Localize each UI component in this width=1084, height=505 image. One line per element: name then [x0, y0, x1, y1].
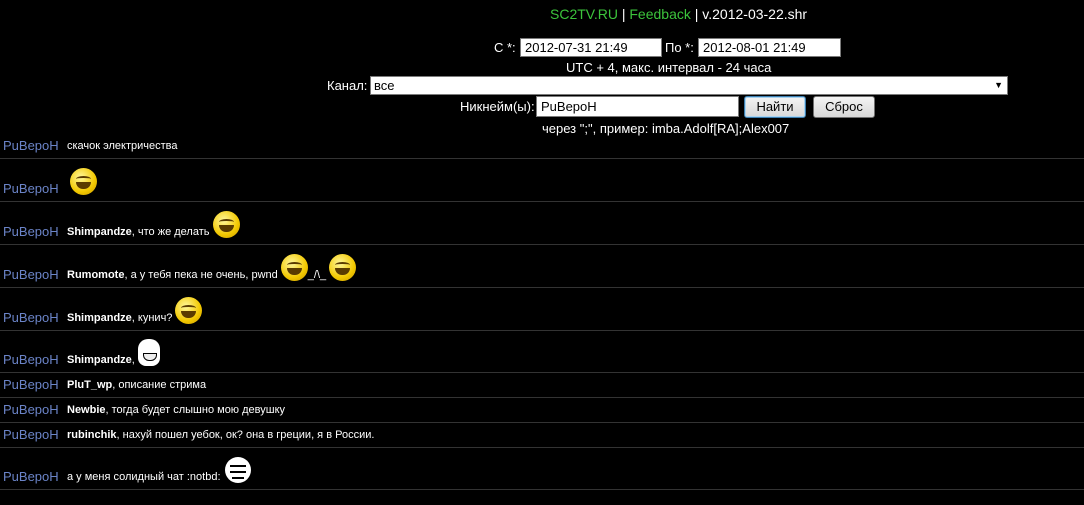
timezone-note: UTC + 4, макс. интервал - 24 часа: [566, 60, 772, 75]
nick-hint: через ";", пример: imba.Adolf[RA];Alex00…: [542, 121, 790, 136]
message-body: rubinchik , нахуй пошел уебок, ок? она в…: [67, 429, 374, 447]
message-row: РuВероН скачок электричества: [0, 136, 1084, 159]
site-link[interactable]: SC2TV.RU: [550, 6, 618, 22]
author-link[interactable]: РuВероН: [3, 310, 67, 330]
author-link[interactable]: РuВероН: [3, 427, 67, 447]
to-label: По *:: [665, 40, 694, 55]
chevron-down-icon: ▼: [994, 80, 1003, 90]
channel-value: все: [374, 78, 395, 93]
author-link[interactable]: РuВероН: [3, 402, 67, 422]
message-row: РuВероН Shimpandze , что же делать: [0, 202, 1084, 245]
recipient-name: PluT_wp: [67, 379, 113, 391]
recipient-name: Newbie: [67, 404, 106, 416]
smile-emote-icon: [175, 297, 203, 324]
feedback-link[interactable]: Feedback: [629, 6, 690, 22]
filter-panel: SC2TV.RU | Feedback | v.2012-03-22.shr С…: [0, 0, 1084, 140]
message-text: , тогда будет слышно мою девушку: [105, 404, 286, 416]
message-body: а у меня солидный чат :notbd:: [67, 457, 251, 489]
smile-emote-icon: [70, 168, 97, 195]
message-row: РuВероН PluT_wp , описание стрима: [0, 373, 1084, 398]
message-text: , описание стрима: [112, 379, 207, 391]
channel-select[interactable]: все ▼: [370, 76, 1008, 95]
nick-input[interactable]: РuВероН: [536, 96, 739, 117]
message-body: Shimpandze ,: [67, 339, 160, 372]
nick-label: Никнейм(ы):: [460, 99, 535, 114]
version-text: v.2012-03-22.shr: [702, 6, 808, 22]
author-link[interactable]: РuВероН: [3, 469, 67, 489]
message-text: а у меня солидный чат :notbd:: [67, 471, 221, 483]
separator: |: [694, 6, 699, 22]
from-label: С *:: [494, 40, 516, 55]
author-link[interactable]: РuВероН: [3, 181, 67, 201]
message-text: , нахуй пошел уебок, ок? она в греции, я…: [116, 429, 375, 441]
separator: |: [621, 6, 626, 22]
message-body: Shimpandze , кунич?: [67, 297, 203, 330]
reset-button[interactable]: Сброс: [813, 96, 875, 118]
message-body: Rumomote , а у тебя пека не очень, pwnd …: [67, 254, 357, 287]
message-text: ,: [131, 354, 135, 366]
recipient-name: Shimpandze: [67, 354, 132, 366]
author-link[interactable]: РuВероН: [3, 352, 67, 372]
smile-emote-icon: [280, 254, 308, 281]
author-link[interactable]: РuВероН: [3, 224, 67, 244]
channel-label: Канал:: [327, 78, 368, 93]
message-text: , что же делать: [131, 226, 210, 238]
rage-face-emote-icon: [137, 339, 160, 366]
recipient-name: Rumomote: [67, 269, 125, 281]
message-text: , кунич?: [131, 312, 173, 324]
message-row: РuВероН Shimpandze ,: [0, 331, 1084, 373]
from-date-input[interactable]: 2012-07-31 21:49: [520, 38, 662, 57]
message-row: РuВероН Rumomote , а у тебя пека не очен…: [0, 245, 1084, 288]
message-body: [67, 168, 97, 201]
notbd-emote-icon: [224, 457, 251, 483]
message-row: РuВероН Newbie , тогда будет слышно мою …: [0, 398, 1084, 423]
message-row: РuВероН rubinchik , нахуй пошел уебок, о…: [0, 423, 1084, 448]
header-line: SC2TV.RU | Feedback | v.2012-03-22.shr: [550, 6, 807, 22]
message-text: , а у тебя пека не очень, pwnd: [124, 269, 278, 281]
message-list: РuВероН скачок электричества РuВероН РuВ…: [0, 136, 1084, 490]
emote-text: _/\_: [307, 269, 327, 281]
message-row: РuВероН: [0, 159, 1084, 202]
recipient-name: Shimpandze: [67, 312, 132, 324]
message-body: Shimpandze , что же делать: [67, 211, 240, 244]
message-text: скачок электричества: [67, 140, 178, 152]
author-link[interactable]: РuВероН: [3, 138, 67, 158]
recipient-name: Shimpandze: [67, 226, 132, 238]
recipient-name: rubinchik: [67, 429, 117, 441]
message-body: PluT_wp , описание стрима: [67, 379, 206, 397]
to-date-input[interactable]: 2012-08-01 21:49: [698, 38, 841, 57]
message-row: РuВероН а у меня солидный чат :notbd:: [0, 448, 1084, 490]
author-link[interactable]: РuВероН: [3, 377, 67, 397]
author-link[interactable]: РuВероН: [3, 267, 67, 287]
smile-emote-icon: [212, 211, 240, 238]
message-row: РuВероН Shimpandze , кунич?: [0, 288, 1084, 331]
message-body: Newbie , тогда будет слышно мою девушку: [67, 404, 285, 422]
smile-emote-icon: [329, 254, 357, 281]
find-button[interactable]: Найти: [744, 96, 806, 118]
